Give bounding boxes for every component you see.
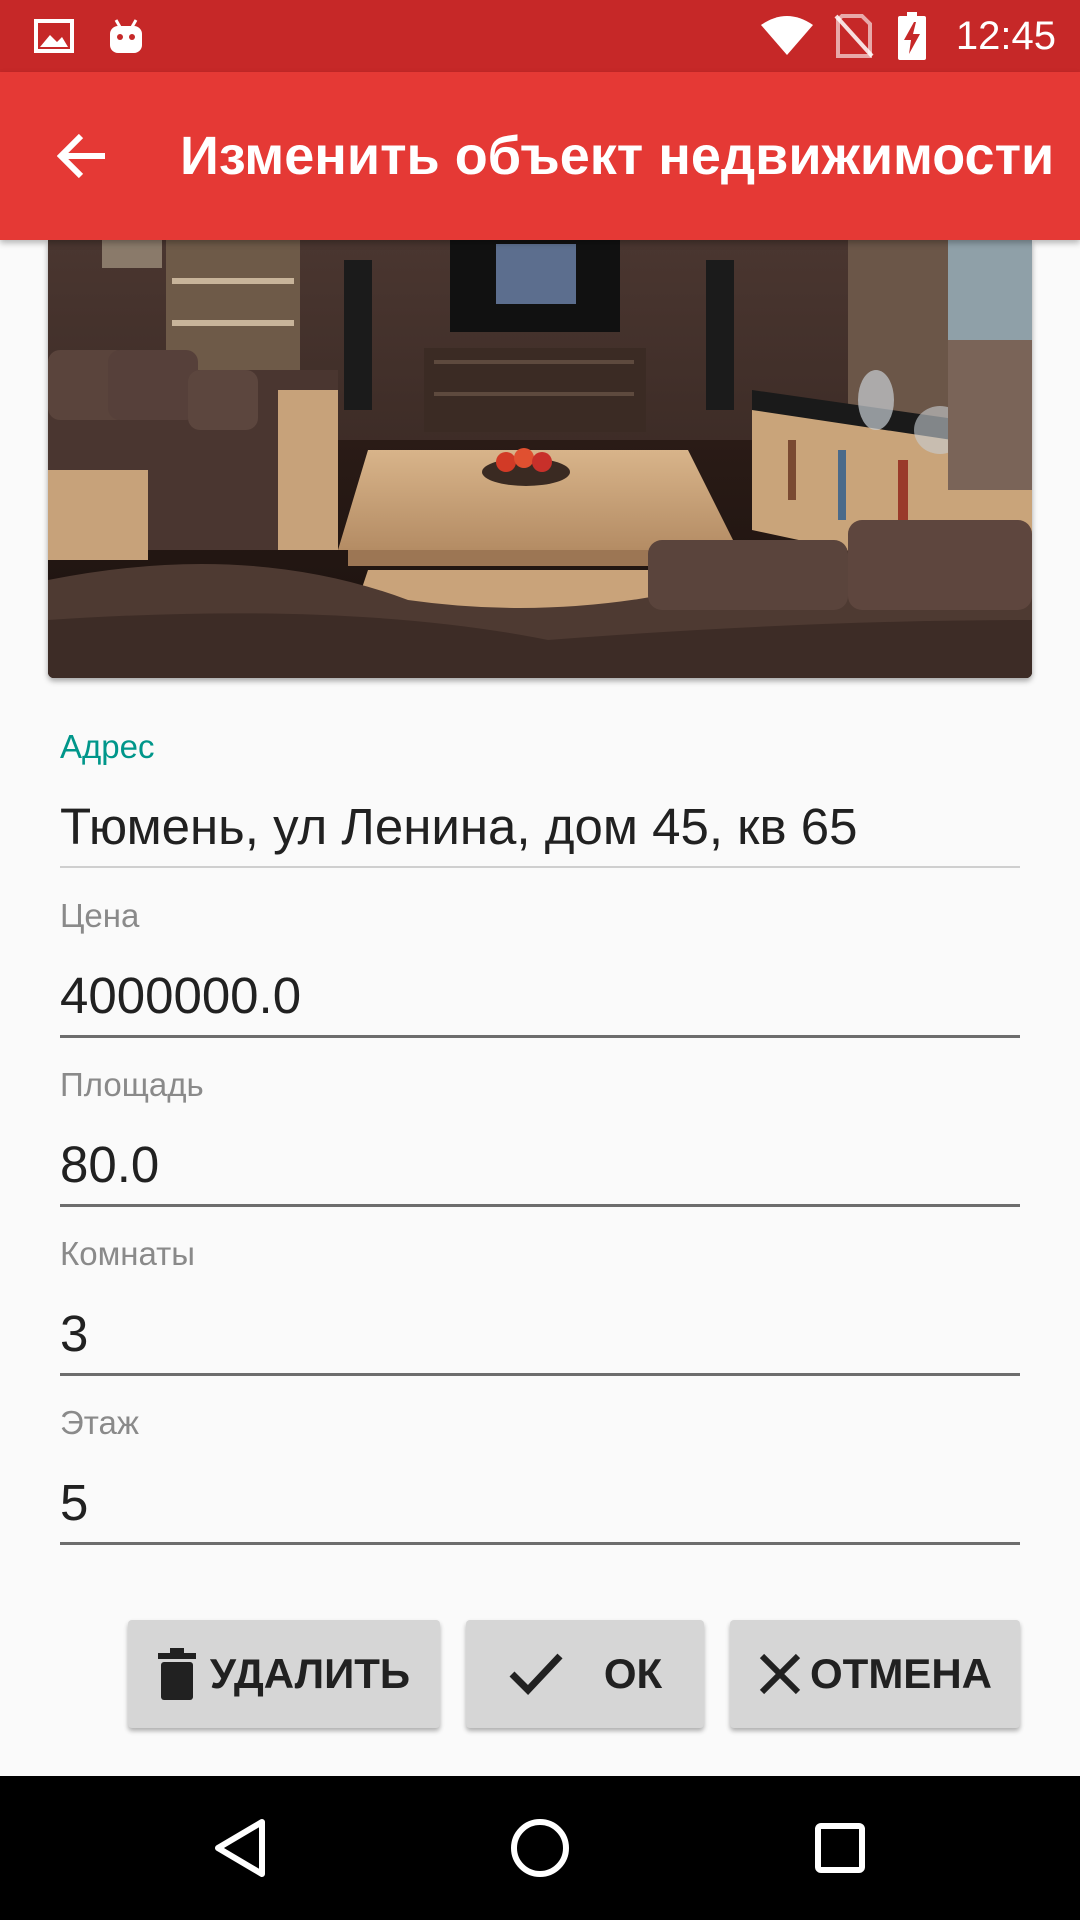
floor-underline [60,1542,1020,1545]
area-input[interactable] [60,1124,1020,1204]
ok-button-label: ОК [603,1650,663,1697]
battery-charging-icon [898,0,926,72]
status-time: 12:45 [955,13,1056,58]
app-bar: Изменить объект недвижимости [0,72,1080,240]
home-circle-icon [511,1819,569,1877]
page-title: Изменить объект недвижимости [180,126,1055,186]
floor-label: Этаж [60,1404,139,1441]
cancel-button[interactable]: ОТМЕНА [730,1620,1020,1728]
check-icon [508,1652,564,1696]
property-photo [48,240,1032,678]
address-input[interactable] [60,786,1020,866]
trash-icon [157,1648,196,1700]
nav-recents-button[interactable] [790,1798,890,1898]
wifi-icon [760,0,814,72]
area-underline [60,1204,1020,1207]
back-button[interactable] [34,108,130,204]
recents-square-icon [815,1823,865,1873]
no-sim-icon [834,0,874,72]
area-label: Площадь [60,1066,204,1103]
rooms-input[interactable] [60,1293,1020,1373]
price-label: Цена [60,897,140,934]
delete-button[interactable]: УДАЛИТЬ [128,1620,440,1728]
rooms-label: Комнаты [60,1235,195,1272]
address-underline [60,866,1020,868]
android-icon [106,0,146,72]
price-input[interactable] [60,955,1020,1035]
back-triangle-icon [215,1819,265,1877]
status-bar: 12:45 [0,0,1080,72]
floor-input[interactable] [60,1462,1020,1542]
cancel-button-label: ОТМЕНА [810,1650,992,1697]
arrow-back-icon [57,134,105,178]
nav-home-button[interactable] [490,1798,590,1898]
delete-button-label: УДАЛИТЬ [209,1650,411,1697]
price-underline [60,1035,1020,1038]
nav-back-button[interactable] [190,1798,290,1898]
ok-button[interactable]: ОК [466,1620,704,1728]
close-icon [758,1652,802,1696]
navigation-bar [0,1776,1080,1920]
address-label: Адрес [60,728,155,765]
rooms-underline [60,1373,1020,1376]
image-icon [34,0,74,72]
